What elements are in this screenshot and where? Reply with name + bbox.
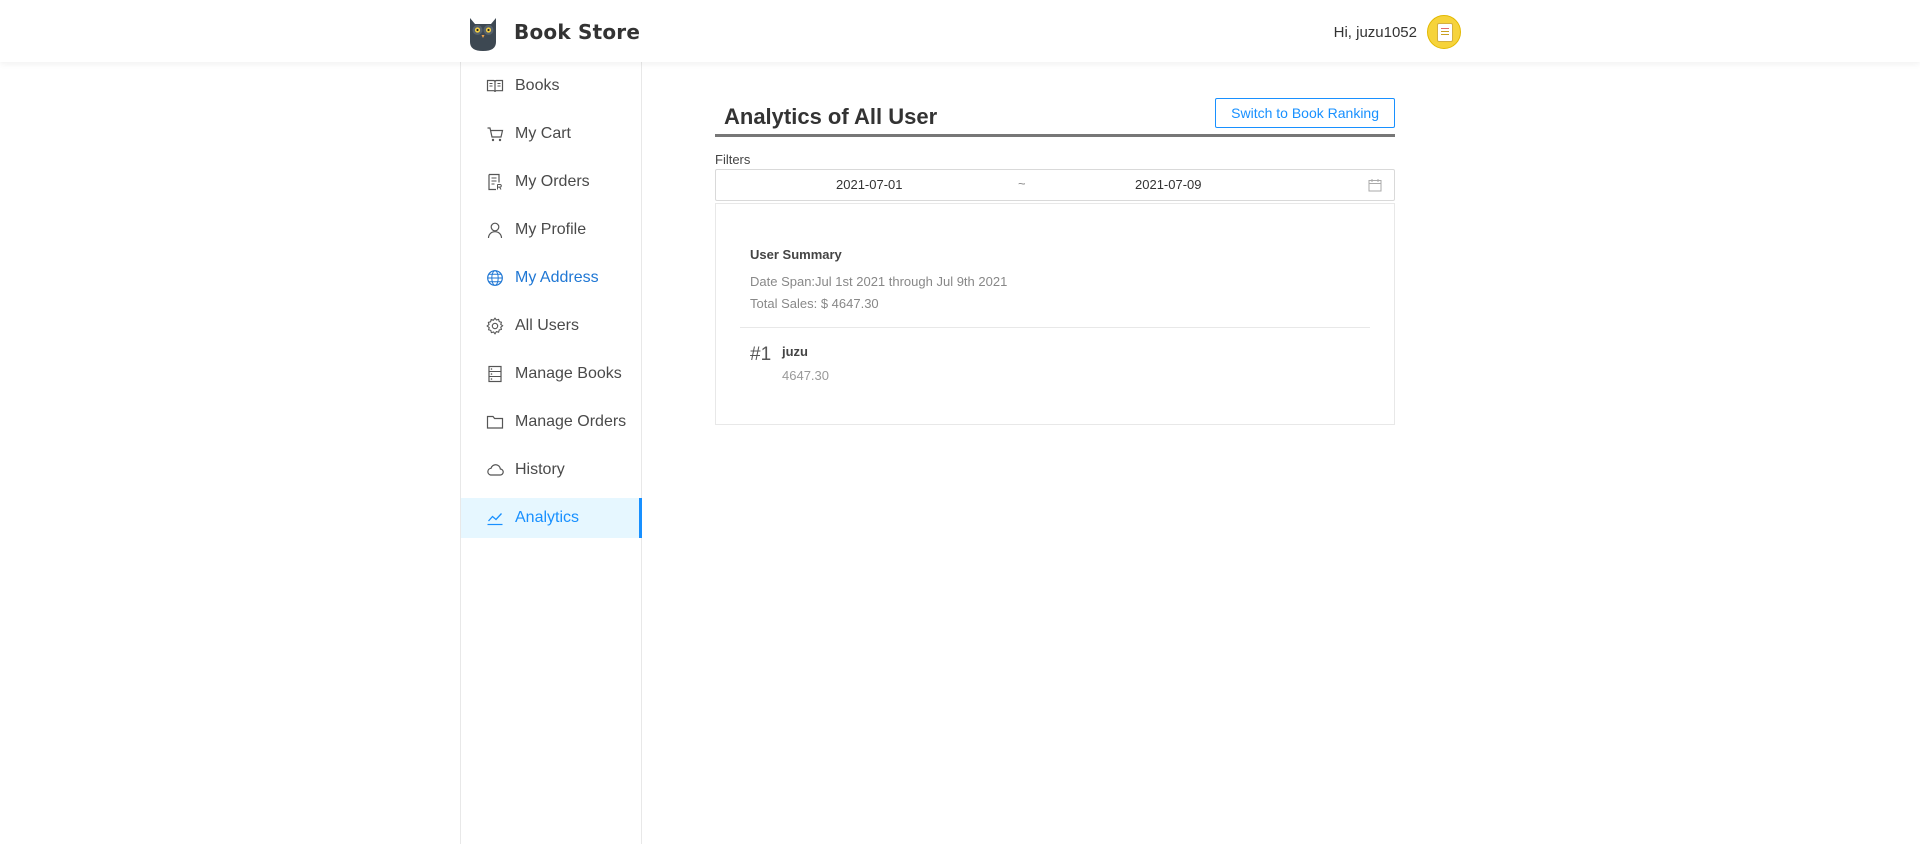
cart-icon xyxy=(486,125,504,143)
divider xyxy=(740,327,1370,328)
sidebar-item-label: My Cart xyxy=(515,125,571,142)
filters-label: Filters xyxy=(715,152,751,167)
date-range-separator: ~ xyxy=(1018,176,1026,191)
brand[interactable]: Book Store xyxy=(466,12,640,52)
title-row: Analytics of All User Switch to Book Ran… xyxy=(715,97,1395,137)
sidebar-item-label: My Address xyxy=(515,269,599,286)
owl-logo-icon xyxy=(466,12,500,52)
book-icon xyxy=(486,77,504,95)
sidebar-item-label: All Users xyxy=(515,317,580,334)
sidebar-item-label: My Orders xyxy=(515,173,590,190)
sidebar-item-my-profile[interactable]: My Profile xyxy=(461,210,641,250)
summary-title: User Summary xyxy=(750,247,842,262)
line-chart-icon xyxy=(486,509,504,527)
main-content: Analytics of All User Switch to Book Ran… xyxy=(715,97,1395,425)
sidebar-item-label: Manage Orders xyxy=(515,413,627,430)
avatar[interactable] xyxy=(1427,15,1461,49)
sidebar-item-label: Manage Books xyxy=(515,365,622,382)
user-icon xyxy=(486,221,504,239)
brand-title: Book Store xyxy=(514,20,641,44)
user-greeting: Hi, juzu1052 xyxy=(1333,23,1417,41)
sidebar-item-books[interactable]: Books xyxy=(461,66,641,106)
gear-icon xyxy=(486,317,504,335)
summary-date-span: Date Span:Jul 1st 2021 through Jul 9th 2… xyxy=(750,274,1008,289)
globe-icon xyxy=(486,269,504,287)
database-icon xyxy=(486,365,504,383)
ranking-user-value: 4647.30 xyxy=(782,368,829,383)
sidebar-item-label: My Profile xyxy=(515,221,587,238)
sidebar-item-my-address[interactable]: My Address xyxy=(461,258,641,298)
summary-total-sales: Total Sales: $ 4647.30 xyxy=(750,296,879,311)
sidebar-item-label: Analytics xyxy=(515,509,580,526)
sidebar-item-label: Books xyxy=(515,77,560,94)
date-range-start[interactable]: 2021-07-01 xyxy=(836,177,903,192)
sidebar-item-manage-books[interactable]: Manage Books xyxy=(461,354,641,394)
sidebar-item-history[interactable]: History xyxy=(461,450,641,490)
user-area[interactable]: Hi, juzu1052 xyxy=(1334,15,1461,49)
sidebar-item-my-cart[interactable]: My Cart xyxy=(461,114,641,154)
orders-icon xyxy=(486,173,504,191)
date-range-end[interactable]: 2021-07-09 xyxy=(1135,177,1202,192)
sidebar-item-manage-orders[interactable]: Manage Orders xyxy=(461,402,641,442)
sidebar-item-my-orders[interactable]: My Orders xyxy=(461,162,641,202)
folder-icon xyxy=(486,413,504,431)
top-header: Book Store Hi, juzu1052 xyxy=(0,0,1920,62)
ranking-number: #1 xyxy=(750,344,772,365)
switch-to-book-ranking-button[interactable]: Switch to Book Ranking xyxy=(1215,98,1395,128)
sidebar: Books My Cart My Orders My Profile My Ad… xyxy=(460,62,642,844)
sidebar-item-all-users[interactable]: All Users xyxy=(461,306,641,346)
sidebar-item-label: History xyxy=(515,461,565,478)
user-summary-card: User Summary Date Span:Jul 1st 2021 thro… xyxy=(715,203,1395,425)
ranking-user-name: juzu xyxy=(782,344,808,359)
cloud-icon xyxy=(486,461,504,479)
page-title: Analytics of All User xyxy=(724,104,938,129)
calendar-icon[interactable] xyxy=(1368,178,1382,192)
date-range-picker[interactable]: 2021-07-01 ~ 2021-07-09 xyxy=(715,169,1395,201)
sidebar-item-analytics[interactable]: Analytics xyxy=(461,498,642,538)
